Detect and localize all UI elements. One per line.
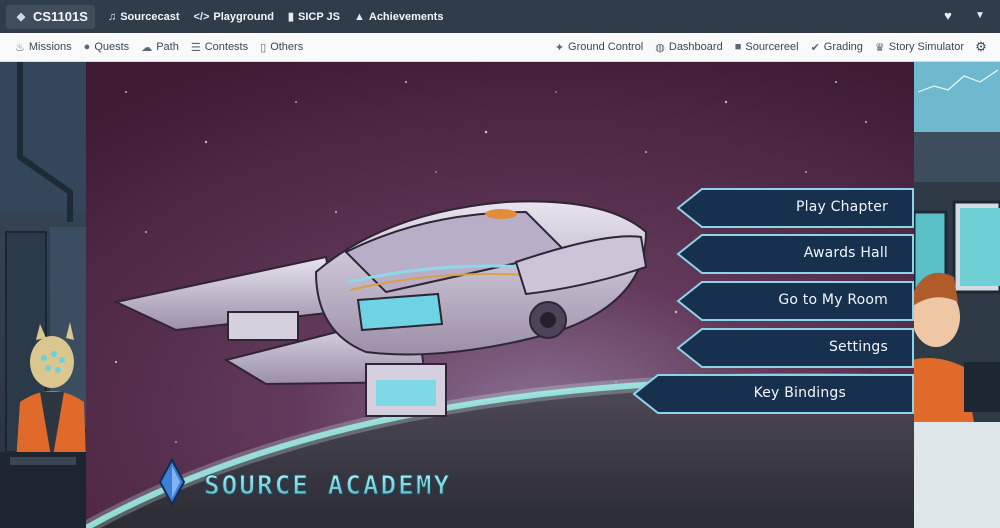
lightbulb-icon: ●	[83, 41, 91, 53]
nav-ground-control[interactable]: ✦ Ground Control	[549, 36, 649, 58]
go-to-my-room-button[interactable]: Go to My Room	[676, 281, 914, 321]
nav-sicp-label: SICP JS	[297, 10, 340, 23]
nav-playground[interactable]: </> Playground	[187, 5, 281, 29]
nav-others-label: Others	[270, 41, 304, 53]
brand-label: CS1101S	[33, 9, 88, 24]
nav-sourcecast-label: Sourcecast	[120, 10, 180, 23]
nav-playground-label: Playground	[213, 10, 274, 23]
nav-story-simulator-label: Story Simulator	[888, 41, 964, 53]
nav-grading-label: Grading	[823, 41, 863, 53]
nav-sourcereel-label: Sourcereel	[745, 41, 799, 53]
key-bindings-button[interactable]: Key Bindings	[632, 374, 914, 414]
nav-achievements[interactable]: ▲ Achievements	[347, 5, 450, 29]
globe-icon: ◍	[655, 41, 665, 54]
brand-home-button[interactable]: ◆ CS1101S	[6, 4, 95, 29]
nav-achievements-label: Achievements	[368, 10, 444, 23]
manual-icon: ▯	[260, 41, 267, 54]
settings-button[interactable]: Settings	[676, 328, 914, 368]
diamond-icon: ◆	[16, 11, 26, 23]
logo-text: SOURCE ACADEMY	[204, 471, 451, 501]
nav-missions-label: Missions	[28, 41, 72, 53]
nav-contests[interactable]: ☰ Contests	[185, 36, 254, 58]
nav-ground-control-label: Ground Control	[568, 41, 644, 53]
tick-circle-icon: ✔	[810, 41, 820, 54]
play-chapter-button[interactable]: Play Chapter	[676, 188, 914, 228]
nav-grading[interactable]: ✔ Grading	[805, 36, 869, 58]
secondary-navbar: ♨ Missions ● Quests ☁ Path ☰ Contests ▯ …	[0, 33, 1000, 62]
flame-icon: ♨	[15, 41, 25, 54]
nav-contests-label: Contests	[204, 41, 249, 53]
code-icon: </>	[193, 10, 210, 23]
nav-path-label: Path	[156, 41, 179, 53]
mountain-icon: ▲	[353, 10, 365, 23]
crown-icon: ♛	[874, 41, 885, 54]
play-chapter-label: Play Chapter	[795, 199, 888, 215]
satellite-icon: ✦	[554, 41, 565, 54]
right-cockpit-panel	[914, 62, 1000, 528]
nav-sourcecast[interactable]: ♫ Sourcecast	[101, 5, 187, 29]
nav-missions[interactable]: ♨ Missions	[9, 36, 78, 58]
awards-hall-button[interactable]: Awards Hall	[676, 234, 914, 274]
left-cockpit-panel	[0, 62, 86, 528]
nav-sicp-js[interactable]: ▮ SICP JS	[281, 5, 347, 29]
game-scene: SOURCE ACADEMY Play Chapter Awards Hall	[0, 62, 1000, 528]
nav-quests[interactable]: ● Quests	[78, 36, 136, 58]
comparison-icon: ☰	[190, 41, 201, 54]
awards-hall-label: Awards Hall	[803, 245, 888, 261]
nav-quests-label: Quests	[94, 41, 130, 53]
nav-others[interactable]: ▯ Others	[254, 36, 309, 58]
video-icon: ■	[734, 41, 742, 53]
nav-sourcereel[interactable]: ■ Sourcereel	[729, 36, 805, 58]
book-icon: ▮	[287, 11, 294, 23]
sliders-icon[interactable]: ⚙	[970, 39, 992, 55]
heart-icon[interactable]: ♥	[940, 8, 956, 24]
nav-path[interactable]: ☁ Path	[135, 36, 185, 58]
top-navbar: ◆ CS1101S ♫ Sourcecast </> Playground ▮ …	[0, 0, 1000, 33]
key-bindings-label: Key Bindings	[753, 385, 846, 401]
predictive-icon: ☁	[141, 41, 153, 54]
nav-dashboard[interactable]: ◍ Dashboard	[649, 36, 728, 58]
music-icon: ♫	[107, 10, 117, 23]
caret-down-icon[interactable]: ▼	[972, 8, 988, 24]
go-to-my-room-label: Go to My Room	[778, 292, 888, 308]
nav-story-simulator[interactable]: ♛ Story Simulator	[869, 36, 970, 58]
settings-label: Settings	[828, 339, 888, 355]
nav-dashboard-label: Dashboard	[668, 41, 723, 53]
